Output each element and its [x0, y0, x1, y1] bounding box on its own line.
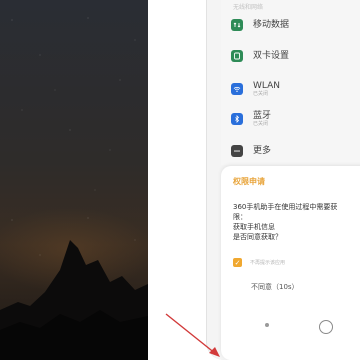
setting-label: WLAN	[253, 80, 281, 91]
setting-item-bluetooth[interactable]: 蓝牙 已关闭	[231, 108, 360, 130]
remember-choice-row[interactable]: ✓ 不再提示该应用	[233, 258, 285, 267]
setting-label: 蓝牙	[253, 110, 272, 121]
dialog-message: 360手机助手在使用过程中需要获 限： 获取手机信息 是否同意获取？	[233, 202, 360, 242]
settings-section-header: 无线和网络	[233, 4, 264, 11]
dialog-message-line: 是否同意获取？	[233, 233, 282, 241]
dual-sim-icon	[231, 50, 243, 62]
setting-label: 更多	[253, 146, 272, 156]
wifi-icon	[231, 83, 243, 95]
remember-checkbox[interactable]: ✓	[233, 258, 242, 267]
remember-label: 不再提示该应用	[250, 260, 286, 266]
setting-status: 已关闭	[253, 90, 269, 97]
settings-list: 无线和网络 移动数据 双卡设置 WLAN 已关闭 蓝牙 已关闭 更多	[221, 0, 360, 165]
setting-item-mobile-data[interactable]: 移动数据	[231, 14, 360, 36]
setting-item-more[interactable]: 更多	[231, 140, 360, 162]
deny-button[interactable]: 不同意（10s）	[251, 282, 299, 292]
setting-label: 双卡设置	[253, 51, 290, 61]
permission-dialog: 权限申请 360手机助手在使用过程中需要获 限： 获取手机信息 是否同意获取？ …	[221, 166, 360, 360]
bluetooth-icon	[231, 113, 243, 125]
more-icon	[231, 145, 243, 157]
phone-screen: 无线和网络 移动数据 双卡设置 WLAN 已关闭 蓝牙 已关闭 更多 权限申请 …	[206, 0, 360, 360]
setting-item-wlan[interactable]: WLAN 已关闭	[231, 78, 360, 100]
setting-status: 已关闭	[253, 120, 269, 127]
dialog-message-line: 获取手机信息	[233, 223, 275, 231]
setting-label: 移动数据	[253, 20, 290, 30]
annotation-arrow-icon	[165, 313, 220, 357]
mobile-data-icon	[231, 19, 243, 31]
lockscreen-wallpaper	[0, 0, 148, 360]
dialog-title: 权限申请	[233, 177, 265, 186]
home-button[interactable]	[319, 320, 333, 334]
dialog-message-line: 限：	[233, 213, 247, 221]
dialog-message-line: 360手机助手在使用过程中需要获	[233, 203, 338, 211]
mountain-silhouette	[0, 240, 148, 360]
nav-menu-dot[interactable]	[265, 323, 269, 327]
setting-item-dual-sim[interactable]: 双卡设置	[231, 45, 360, 67]
